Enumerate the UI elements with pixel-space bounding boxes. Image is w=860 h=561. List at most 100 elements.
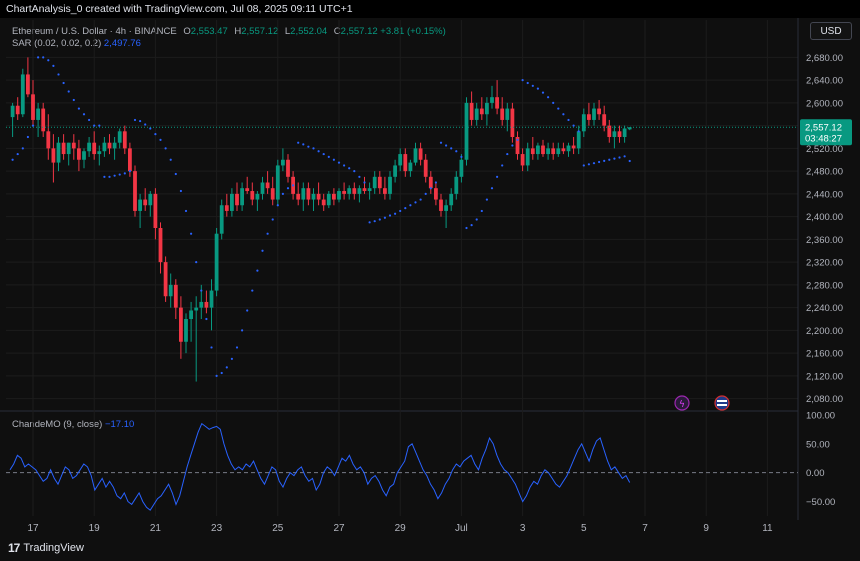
candle	[617, 125, 622, 143]
candle	[479, 97, 484, 120]
candle	[536, 142, 540, 160]
sar-dot	[460, 155, 463, 159]
candle	[260, 176, 265, 200]
tradingview-logo-icon: 17	[8, 541, 20, 555]
candle	[454, 171, 459, 200]
sar-dot	[404, 206, 407, 210]
sar-dot	[337, 161, 341, 164]
sar-dot	[394, 212, 397, 215]
sar-dot	[480, 209, 483, 213]
candle	[439, 193, 443, 217]
sar-dot	[77, 107, 80, 110]
cmo-tick-label: 50.00	[806, 439, 830, 450]
candle	[87, 137, 91, 157]
sar-dot	[190, 232, 193, 235]
lightning-glyph: ϟ	[679, 400, 685, 410]
candle	[255, 191, 260, 211]
candle	[525, 142, 530, 172]
sar-dot	[511, 144, 514, 147]
price-chart[interactable]: 2,680.002,640.002,600.002,560.002,520.00…	[0, 0, 860, 561]
candle	[464, 97, 469, 166]
candle	[41, 102, 46, 137]
candle	[592, 102, 596, 126]
price-tick-label: 2,200.00	[806, 326, 843, 337]
sar-dot	[501, 164, 504, 167]
candle	[281, 148, 285, 172]
brand-name: TradingView	[23, 542, 84, 554]
candle	[510, 102, 515, 143]
candle	[530, 137, 535, 160]
candle	[61, 134, 66, 160]
sar-dot	[485, 198, 488, 201]
candle	[56, 137, 61, 172]
sar-dot	[57, 73, 60, 76]
price-tick-label: 2,160.00	[806, 349, 843, 360]
sar-dot	[261, 249, 264, 252]
sar-dot	[98, 124, 101, 127]
sar-dot	[215, 374, 218, 377]
candle	[184, 313, 188, 354]
sar-dot	[139, 119, 142, 123]
candle	[388, 171, 392, 200]
sar-dot	[582, 164, 585, 167]
sar-dot	[31, 124, 35, 127]
sar-dot	[521, 79, 524, 82]
price-tick-label: 2,080.00	[806, 394, 843, 405]
sar-dot	[42, 56, 45, 59]
candle	[153, 188, 158, 240]
sar-dot	[465, 226, 468, 230]
sar-dot	[541, 91, 545, 94]
sar-dot	[220, 371, 223, 375]
sar-dot	[348, 167, 351, 170]
sar-dot	[246, 309, 249, 312]
sar-dot	[353, 170, 356, 173]
sar-dot	[434, 181, 437, 184]
price-tag: 2,557.1203:48:27	[6, 119, 852, 146]
time-tick-label: 7	[642, 523, 648, 534]
cmo-tick-label: 0.00	[806, 468, 825, 479]
candle	[204, 290, 209, 314]
candle	[245, 176, 250, 194]
sar-dot	[322, 152, 325, 156]
cmo-layer	[6, 422, 798, 511]
sar-dot	[496, 175, 499, 178]
sar-dot	[526, 81, 529, 85]
candle	[561, 142, 566, 155]
candle	[224, 193, 229, 217]
time-tick-label: 3	[520, 523, 526, 534]
time-tick-label: 23	[211, 523, 223, 534]
price-tick-label: 2,400.00	[806, 212, 843, 223]
candle	[398, 148, 403, 172]
sar-dot	[332, 158, 335, 161]
sar-dot	[587, 163, 591, 166]
sar-dot	[210, 346, 213, 349]
candle	[576, 125, 581, 155]
sar-dot	[276, 204, 279, 207]
sar-dot	[108, 175, 111, 178]
candle	[612, 125, 617, 149]
sar-dot	[419, 198, 422, 201]
sar-dot	[373, 220, 376, 223]
candle	[342, 182, 346, 200]
sar-dot	[195, 261, 198, 264]
candle	[347, 185, 352, 200]
candle	[194, 296, 199, 382]
candle	[179, 296, 183, 359]
sar-dot	[52, 64, 55, 68]
sar-dot	[235, 346, 239, 349]
sar-dot	[516, 138, 519, 141]
us-flag-icon[interactable]	[714, 395, 730, 411]
sar-dot	[455, 150, 458, 153]
candle	[459, 154, 464, 183]
price-tick-label: 2,480.00	[806, 167, 843, 178]
candle	[51, 134, 56, 183]
sar-dot	[562, 113, 565, 116]
tradingview-brand[interactable]: 17 TradingView	[8, 541, 84, 555]
candle	[148, 191, 153, 217]
candle	[321, 193, 326, 211]
time-tick-label: 29	[395, 523, 407, 534]
candle	[423, 154, 428, 183]
sar-dot	[200, 289, 203, 292]
candle	[413, 142, 418, 166]
sar-dot	[317, 150, 320, 153]
